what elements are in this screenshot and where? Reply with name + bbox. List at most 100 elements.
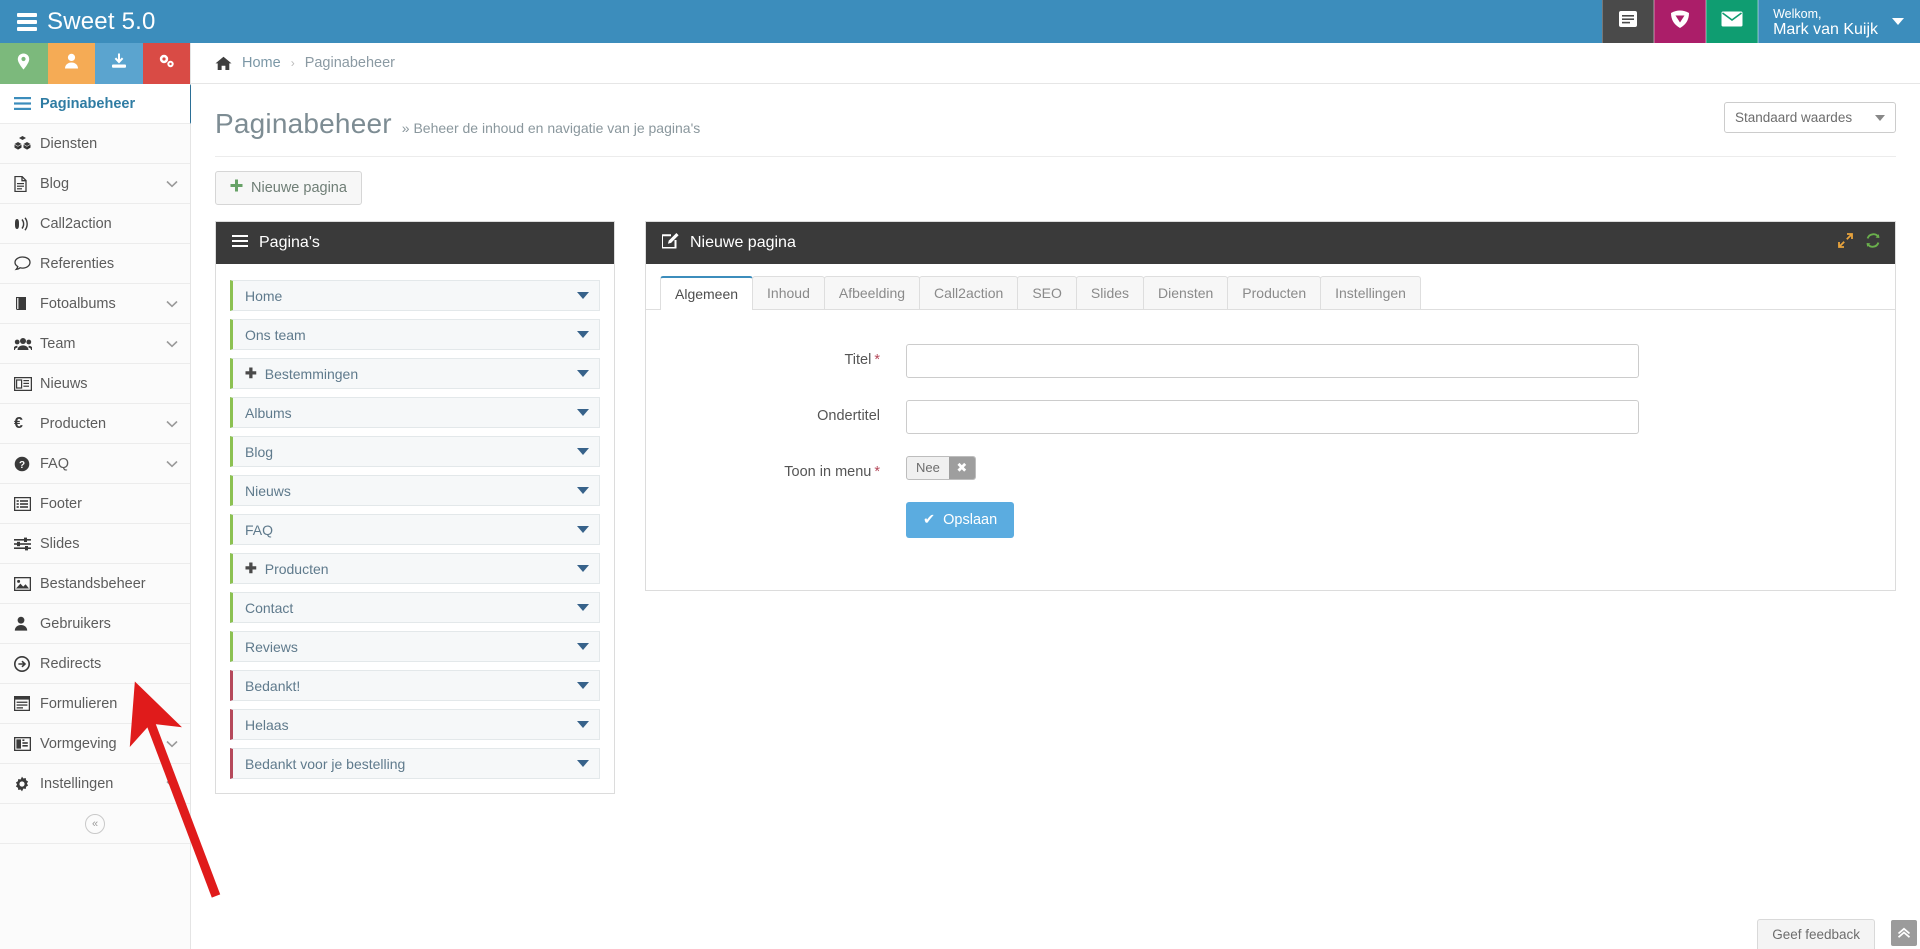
caret-down-icon[interactable] bbox=[577, 526, 589, 533]
page-list-item[interactable]: ✚ Bestemmingen bbox=[230, 358, 600, 389]
gear-icon bbox=[14, 776, 40, 792]
caret-down-icon[interactable] bbox=[577, 448, 589, 455]
preset-select-value: Standaard waardes bbox=[1735, 110, 1853, 125]
page-list-item[interactable]: Blog bbox=[230, 436, 600, 467]
page-list-item[interactable]: Contact bbox=[230, 592, 600, 623]
caret-down-icon[interactable] bbox=[577, 292, 589, 299]
pages-list: Home Ons team ✚ Bestemmingen Albums Blog … bbox=[230, 280, 600, 779]
tab-algemeen[interactable]: Algemeen bbox=[660, 276, 754, 310]
sidebar-item-gebruikers[interactable]: Gebruikers bbox=[0, 604, 190, 644]
tab-slides[interactable]: Slides bbox=[1075, 276, 1145, 309]
actions-spacer bbox=[646, 502, 906, 510]
required-mark: * bbox=[874, 464, 880, 480]
diamond-superhero-icon bbox=[1669, 9, 1691, 34]
caret-down-icon[interactable] bbox=[577, 565, 589, 572]
breadcrumb-home-link[interactable]: Home bbox=[242, 55, 281, 71]
caret-down-icon[interactable] bbox=[577, 409, 589, 416]
caret-down-icon[interactable] bbox=[577, 370, 589, 377]
titel-label-text: Titel bbox=[844, 352, 872, 368]
quick-action-cogs[interactable] bbox=[142, 43, 190, 84]
list-icon-button[interactable] bbox=[1602, 0, 1655, 43]
superhero-icon-button[interactable] bbox=[1654, 0, 1707, 43]
tab-call2action[interactable]: Call2action bbox=[919, 276, 1019, 309]
main-content: Home › Paginabeheer Paginabeheer » Behee… bbox=[191, 43, 1920, 949]
sidebar-item-formulieren[interactable]: Formulieren bbox=[0, 684, 190, 724]
sidebar-item-faq[interactable]: ? FAQ bbox=[0, 444, 190, 484]
sidebar-item-team[interactable]: Team bbox=[0, 324, 190, 364]
page-list-item[interactable]: Home bbox=[230, 280, 600, 311]
plus-icon: ✚ bbox=[245, 560, 257, 576]
page-list-item[interactable]: Helaas bbox=[230, 709, 600, 740]
caret-down-icon[interactable] bbox=[577, 643, 589, 650]
page-list-item[interactable]: FAQ bbox=[230, 514, 600, 545]
caret-down-icon[interactable] bbox=[577, 682, 589, 689]
page-list-item[interactable]: Nieuws bbox=[230, 475, 600, 506]
sidebar-item-slides[interactable]: Slides bbox=[0, 524, 190, 564]
refresh-icon[interactable] bbox=[1865, 233, 1881, 253]
preset-select-wrapper: Standaard waardes bbox=[1724, 102, 1896, 133]
bullhorn-icon bbox=[14, 216, 40, 232]
caret-down-icon[interactable] bbox=[577, 331, 589, 338]
sidebar-item-diensten[interactable]: Diensten bbox=[0, 124, 190, 164]
page-list-item[interactable]: Reviews bbox=[230, 631, 600, 662]
user-icon bbox=[64, 53, 79, 74]
sidebar-item-paginabeheer[interactable]: Paginabeheer bbox=[0, 84, 203, 124]
sidebar-item-redirects[interactable]: Redirects bbox=[0, 644, 190, 684]
sidebar-item-label: Bestandsbeheer bbox=[40, 575, 146, 592]
titel-input[interactable] bbox=[906, 344, 1639, 378]
sidebar-item-instellingen[interactable]: Instellingen bbox=[0, 764, 190, 804]
sidebar-item-footer[interactable]: Footer bbox=[0, 484, 190, 524]
user-menu[interactable]: Welkom, Mark van Kuijk bbox=[1758, 0, 1920, 43]
form-row-titel: Titel * bbox=[646, 344, 1895, 378]
sidebar-item-label: Nieuws bbox=[40, 375, 88, 392]
tab-inhoud[interactable]: Inhoud bbox=[752, 276, 825, 309]
scroll-to-top-button[interactable] bbox=[1891, 920, 1917, 946]
caret-down-icon[interactable] bbox=[577, 760, 589, 767]
tab-producten[interactable]: Producten bbox=[1227, 276, 1322, 309]
save-button[interactable]: ✔ Opslaan bbox=[906, 502, 1015, 538]
toolbar: Nieuwe pagina bbox=[191, 157, 1920, 205]
expand-icon[interactable] bbox=[1838, 233, 1853, 253]
caret-down-icon[interactable] bbox=[577, 721, 589, 728]
quick-action-user[interactable] bbox=[47, 43, 95, 84]
tab-diensten[interactable]: Diensten bbox=[1143, 276, 1229, 309]
tab-afbeelding[interactable]: Afbeelding bbox=[823, 276, 921, 309]
page-list-item[interactable]: Bedankt! bbox=[230, 670, 600, 701]
sidebar-item-vormgeving[interactable]: Vormgeving bbox=[0, 724, 190, 764]
sidebar-item-producten[interactable]: € Producten bbox=[0, 404, 190, 444]
sidebar-item-fotoalbums[interactable]: Fotoalbums bbox=[0, 284, 190, 324]
sidebar-item-call2action[interactable]: Call2action bbox=[0, 204, 190, 244]
sidebar-item-bestandsbeheer[interactable]: Bestandsbeheer bbox=[0, 564, 190, 604]
page-list-item[interactable]: Bedankt voor je bestelling bbox=[230, 748, 600, 779]
top-header-bar: Sweet 5.0 Welkom, Mark van Kuijk bbox=[0, 0, 1920, 43]
page-list-item[interactable]: ✚ Producten bbox=[230, 553, 600, 584]
chevron-down-icon bbox=[166, 458, 178, 470]
quick-action-download[interactable] bbox=[95, 43, 143, 84]
envelope-icon bbox=[1721, 11, 1743, 32]
envelope-icon-button[interactable] bbox=[1706, 0, 1759, 43]
preset-select[interactable]: Standaard waardes bbox=[1724, 102, 1896, 133]
feedback-tab[interactable]: Geef feedback bbox=[1757, 919, 1875, 949]
ondertitel-input[interactable] bbox=[906, 400, 1639, 434]
new-page-button[interactable]: Nieuwe pagina bbox=[215, 171, 362, 205]
sidebar-collapse-button[interactable]: « bbox=[85, 813, 105, 834]
page-item-label: Bedankt voor je bestelling bbox=[245, 755, 406, 772]
caret-down-icon[interactable] bbox=[577, 487, 589, 494]
user-menu-labels: Welkom, Mark van Kuijk bbox=[1773, 7, 1878, 38]
sidebar-item-referenties[interactable]: Referenties bbox=[0, 244, 190, 284]
sidebar-item-label: Gebruikers bbox=[40, 615, 111, 632]
ondertitel-label-text: Ondertitel bbox=[817, 408, 880, 424]
page-list-item[interactable]: Ons team bbox=[230, 319, 600, 350]
page-list-item[interactable]: Albums bbox=[230, 397, 600, 428]
sidebar-item-nieuws[interactable]: Nieuws bbox=[0, 364, 190, 404]
page-item-label: Home bbox=[245, 287, 283, 304]
sidebar-item-label: Team bbox=[40, 335, 76, 352]
tab-instellingen[interactable]: Instellingen bbox=[1320, 276, 1421, 309]
tab-seo[interactable]: SEO bbox=[1017, 276, 1077, 309]
breadcrumb: Home › Paginabeheer bbox=[191, 43, 1920, 84]
toon-in-menu-toggle[interactable]: Nee ✖ bbox=[906, 456, 976, 480]
quick-action-map-marker[interactable] bbox=[0, 43, 48, 84]
sidebar-item-blog[interactable]: Blog bbox=[0, 164, 190, 204]
caret-down-icon[interactable] bbox=[577, 604, 589, 611]
brand-logo[interactable]: Sweet 5.0 bbox=[0, 0, 191, 43]
